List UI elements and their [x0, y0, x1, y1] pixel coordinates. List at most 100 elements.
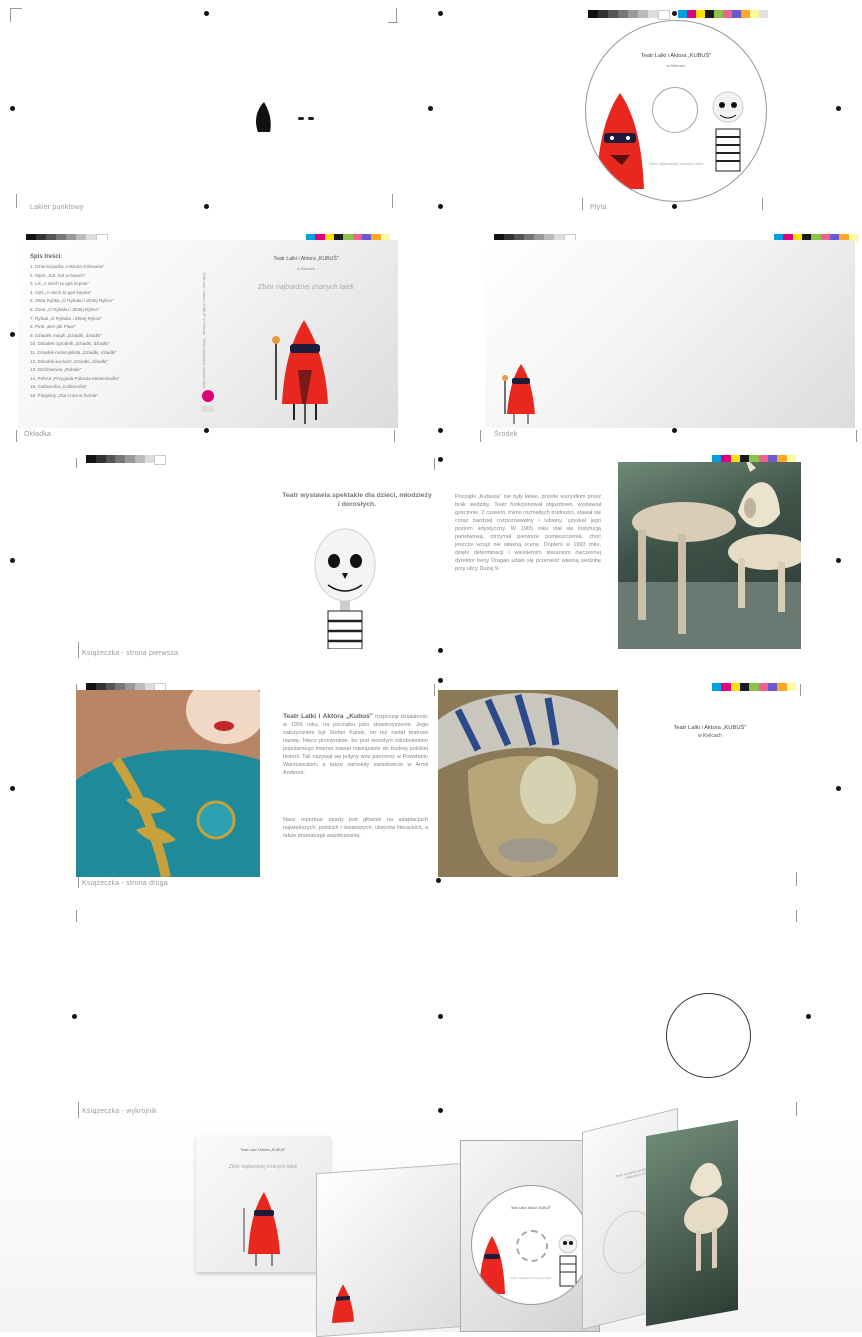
registration-dot [438, 11, 443, 16]
doll-costume-photo [76, 690, 260, 877]
cd-disc: Teatr Lalki i Aktora „KUBUŚ" w Kielcach … [585, 20, 767, 202]
registration-dot [10, 786, 15, 791]
registration-dot [806, 1014, 811, 1019]
toc-item: 4. Gęś „A niech to gęś kopnie" [30, 289, 92, 295]
mockup-disc-title: Teatr Lalki i Aktora „KUBUŚ" [510, 1206, 552, 1210]
about-text: rozpoczął działalność w 1955 roku, na po… [283, 714, 428, 776]
toc-item: 10. Dziadek ogrodnik „Dziadki, dziadki" [30, 341, 110, 347]
toc-item: 7. Rybak „O Rybaku i Złotej Rybce" [30, 315, 103, 321]
crop-mark [78, 642, 79, 658]
crop-mark [76, 458, 77, 468]
crop-mark [394, 430, 395, 442]
disc-city: w Kielcach [666, 63, 686, 68]
crop-mark [16, 194, 17, 208]
spine-text: Teatr Lalki i Aktora „KUBUŚ" w Kielcach … [202, 272, 206, 388]
red-hood-puppet-image [502, 364, 535, 424]
about-text-block: Teatr Lalki i Aktora „Kubuś" rozpoczął d… [283, 713, 428, 777]
section-label-tray: Środek [494, 431, 518, 438]
crop-mark [582, 198, 583, 210]
wooden-horse-photo [618, 462, 801, 649]
registration-dot [836, 106, 841, 111]
registration-dot [672, 204, 677, 209]
registration-dot [204, 204, 209, 209]
varnish-hood-shape [256, 102, 271, 132]
red-hood-puppet-image [272, 320, 328, 424]
section-label-booklet-second: Książeczka - strona druga [82, 880, 168, 887]
registration-dot [438, 428, 443, 433]
cover-panel: Spis treści: 1. Dzieciozjadka „Historia … [18, 240, 398, 428]
toc-item: 12. Dziadek kucharz „Dziadki, dziadki" [30, 358, 108, 364]
section-label-cover: Okładka [24, 431, 52, 438]
cover-front-subtitle: Zbiór najbardziej znanych lalek [257, 284, 355, 291]
registration-dot [438, 678, 443, 683]
wooden-horse-image [684, 1163, 728, 1272]
crop-mark [76, 910, 77, 922]
toc-item: 11. Dziadek motocyklista „Dziadki, dziad… [30, 349, 117, 355]
knight-helmet-photo [438, 690, 618, 877]
registration-dot [10, 332, 15, 337]
wooden-horse-image [618, 462, 801, 649]
registration-dot [438, 204, 443, 209]
crop-mark [480, 430, 481, 442]
about-lead: Teatr Lalki i Aktora „Kubuś" [283, 713, 373, 720]
registration-dot [428, 106, 433, 111]
section-label-booklet-first: Książeczka - strona pierwsza [82, 650, 179, 657]
crop-mark [16, 430, 17, 442]
crop-mark [800, 684, 801, 696]
crop-mark [796, 1102, 797, 1116]
toc-item: 16. Pingwiny „Ola Anna w formie" [30, 392, 99, 398]
toc-list: 1. Dzieciozjadka „Historia zmkwaria" 2. M… [30, 263, 119, 401]
toc-item: 2. Mysz „Kot, kot w butach" [30, 272, 86, 278]
registration-dot [10, 106, 15, 111]
varnish-eye-shape [298, 117, 304, 120]
crop-mark [762, 198, 763, 210]
registration-dot [436, 878, 441, 883]
registration-dot [438, 1014, 443, 1019]
mockup-disc: Teatr Lalki i Aktora „KUBUŚ" Zbiór najba… [471, 1185, 591, 1305]
tray-panel [485, 240, 855, 428]
registration-dot [672, 11, 677, 16]
color-bar [712, 683, 796, 691]
booklet-back-city: w Kielcach [698, 733, 722, 739]
disc-hole [652, 87, 698, 133]
skeleton-puppet-image [558, 1234, 578, 1287]
crop-mark [78, 1102, 79, 1118]
disc-title: Teatr Lalki i Aktora „KUBUŚ" [640, 53, 712, 59]
mockup-case-left [316, 1162, 466, 1337]
toc-item: 14. Pobrut „Przygoda Pobruta Mniamniuśla… [30, 375, 120, 381]
mockup-cover: Teatr Lalki i Aktora „KUBUŚ" Zbiór najba… [196, 1136, 330, 1272]
varnish-eye-shape [308, 117, 314, 120]
crop-mark [392, 194, 393, 208]
toc-item: 1. Dzieciozjadka „Historia zmkwaria" [30, 264, 105, 269]
crop-mark [796, 910, 797, 922]
registration-dot [438, 648, 443, 653]
toc-item: 6. Żona „O Rybaku i Złotej Rybce" [30, 306, 100, 312]
doll-costume-image [76, 690, 260, 877]
red-hood-puppet-image [332, 1284, 354, 1324]
section-label-disc: Płyta [590, 204, 607, 211]
registration-dot [836, 558, 841, 563]
crop-mark [10, 8, 22, 9]
cover-front-city: w Kielcach [296, 267, 316, 271]
crop-mark [396, 8, 397, 22]
mockup-disc-hub [516, 1230, 548, 1262]
toc-item: 13. Dżdżownica „Robale" [30, 367, 82, 373]
toc-item: 5. Złota Rybka „O Rybaku i Złotej Rybce" [30, 298, 114, 304]
registration-dot [204, 428, 209, 433]
registration-dot [438, 457, 443, 462]
skeleton-puppet-image [314, 528, 376, 649]
crop-mark [10, 8, 11, 22]
crop-mark [434, 458, 435, 470]
insert-die-cut-circle [666, 993, 751, 1078]
registration-dot [204, 11, 209, 16]
knight-helmet-image [438, 690, 618, 877]
color-bar [678, 10, 768, 18]
registration-dot [72, 1014, 77, 1019]
crop-mark [796, 872, 797, 886]
booklet-headline: Teatr wystawia spektakle dla dzieci, mło… [282, 492, 432, 508]
red-hood-puppet-image [243, 1192, 280, 1266]
mockup-case-right: Teatr Lalki i Aktora „KUBUŚ" Zbiór najba… [460, 1140, 600, 1332]
registration-dot [438, 1108, 443, 1113]
spot-varnish-shapes [256, 102, 314, 132]
section-label-booklet-insert: Książeczka - wykrojnik [82, 1108, 157, 1115]
